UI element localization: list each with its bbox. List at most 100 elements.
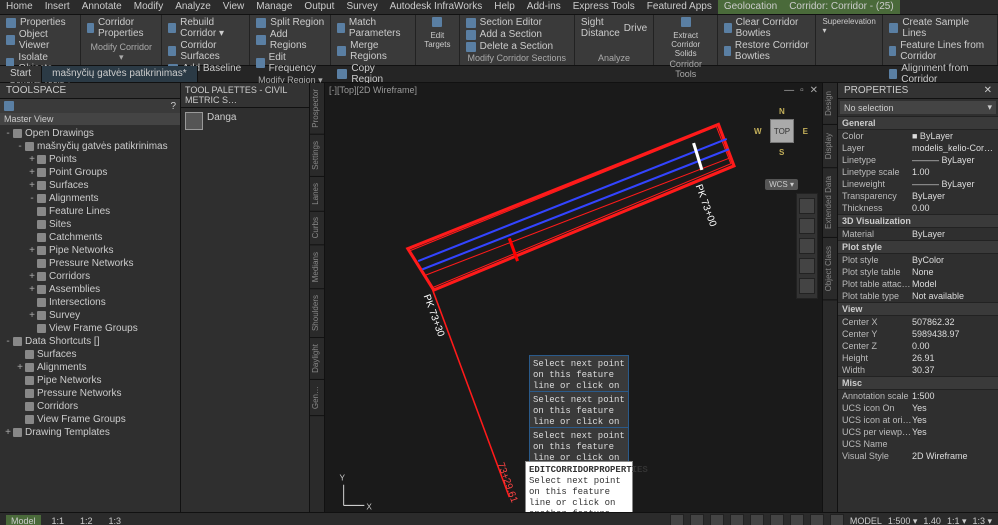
grid-icon[interactable] xyxy=(670,514,684,525)
palette-tab[interactable]: Settings xyxy=(310,135,324,177)
drive-button[interactable]: Drive xyxy=(624,23,647,34)
ribbon-button[interactable]: Object Viewer xyxy=(6,29,74,51)
property-row[interactable]: UCS Name xyxy=(838,438,998,450)
doc-tab-drawing[interactable]: mašnyčių gatvės patikrinimas* xyxy=(42,66,198,82)
edit-targets-button[interactable]: Edit Targets xyxy=(422,17,453,49)
showmotion-icon[interactable] xyxy=(799,278,815,294)
tree-node[interactable]: Corridors xyxy=(0,400,180,413)
tree-node[interactable]: Sites xyxy=(0,218,180,231)
ducs-icon[interactable] xyxy=(790,514,804,525)
property-row[interactable]: Visual Style2D Wireframe xyxy=(838,450,998,462)
tree-node[interactable]: +Pipe Networks xyxy=(0,244,180,257)
property-vtab[interactable]: Display xyxy=(823,125,837,168)
property-row[interactable]: Center Y5989438.97 xyxy=(838,328,998,340)
menu-tab[interactable]: Modify xyxy=(128,0,169,14)
toolspace-icon[interactable] xyxy=(4,101,14,111)
delete-section-button[interactable]: Delete a Section xyxy=(466,41,568,52)
palette-tab[interactable]: Prospector xyxy=(310,83,324,135)
menu-tab[interactable]: Output xyxy=(298,0,340,14)
viewcube-w[interactable]: W xyxy=(754,127,762,136)
property-row[interactable]: Thickness0.00 xyxy=(838,202,998,214)
ribbon-button[interactable]: Clear Corridor Bowties xyxy=(724,17,809,39)
close-icon[interactable]: ✕ xyxy=(984,85,992,96)
ribbon-button[interactable]: Merge Regions xyxy=(337,40,409,62)
layout-tab[interactable]: 1:3 xyxy=(104,515,127,525)
menu-tab[interactable]: Home xyxy=(0,0,39,14)
nav-wheel-icon[interactable] xyxy=(799,198,815,214)
tree-node[interactable]: Intersections xyxy=(0,296,180,309)
tree-node[interactable]: +Points xyxy=(0,153,180,166)
menu-tab[interactable]: Help xyxy=(488,0,521,14)
menu-tab[interactable]: Express Tools xyxy=(567,0,641,14)
viewcube[interactable]: TOP N E S W xyxy=(762,111,802,151)
property-row[interactable]: Center X507862.32 xyxy=(838,316,998,328)
status-value[interactable]: 1:3 ▾ xyxy=(972,516,992,525)
extract-solids-button[interactable]: Extract Corridor Solids xyxy=(660,17,711,58)
tree-node[interactable]: View Frame Groups xyxy=(0,413,180,426)
status-bar[interactable]: Model1:11:21:3 MODEL1:500 ▾1.401:1 ▾1:3 … xyxy=(0,512,998,525)
property-section-header[interactable]: View xyxy=(838,302,998,316)
tree-node[interactable]: +Surfaces xyxy=(0,179,180,192)
orbit-icon[interactable] xyxy=(799,258,815,274)
property-row[interactable]: Height26.91 xyxy=(838,352,998,364)
tree-node[interactable]: Pipe Networks xyxy=(0,374,180,387)
property-section-header[interactable]: 3D Visualization xyxy=(838,214,998,228)
menu-tab[interactable]: Insert xyxy=(39,0,76,14)
property-row[interactable]: Annotation scale1:500 xyxy=(838,390,998,402)
tree-node[interactable]: -Data Shortcuts [] xyxy=(0,335,180,348)
palette-tab[interactable]: Curbs xyxy=(310,211,324,245)
ribbon-button[interactable]: Restore Corridor Bowties xyxy=(724,40,809,62)
ribbon-button[interactable]: Alignment from Corridor xyxy=(889,63,991,85)
palette-item-label[interactable]: Danga xyxy=(207,112,236,123)
selection-dropdown[interactable]: No selection▾ xyxy=(840,101,996,114)
command-input[interactable]: EDITCORRIDORPROPERTIES Select next point… xyxy=(525,461,633,512)
property-row[interactable]: TransparencyByLayer xyxy=(838,190,998,202)
pan-icon[interactable] xyxy=(799,218,815,234)
layout-tab[interactable]: 1:2 xyxy=(75,515,98,525)
menu-tab[interactable]: View xyxy=(217,0,251,14)
menu-tab[interactable]: Geolocation xyxy=(718,0,783,14)
menu-tab[interactable]: Manage xyxy=(250,0,298,14)
property-row[interactable]: Plot table attach…Model xyxy=(838,278,998,290)
toolspace-toolbar[interactable]: ? xyxy=(0,99,180,113)
ribbon-button[interactable]: Rebuild Corridor ▾ xyxy=(168,17,243,39)
layout-tab[interactable]: 1:1 xyxy=(47,515,70,525)
tree-node[interactable]: -mašnyčių gatvės patikrinimas xyxy=(0,140,180,153)
tree-node[interactable]: Pressure Networks xyxy=(0,257,180,270)
lwt-icon[interactable] xyxy=(830,514,844,525)
tree-node[interactable]: Feature Lines xyxy=(0,205,180,218)
section-editor-button[interactable]: Section Editor xyxy=(480,17,542,28)
tree-node[interactable]: +Corridors xyxy=(0,270,180,283)
palette-tab[interactable]: Medians xyxy=(310,246,324,289)
status-value[interactable]: 1:500 ▾ xyxy=(888,516,918,525)
property-row[interactable]: Center Z0.00 xyxy=(838,340,998,352)
property-row[interactable]: Plot styleByColor xyxy=(838,254,998,266)
status-value[interactable]: 1.40 xyxy=(923,516,941,525)
palette-swatch[interactable] xyxy=(185,112,203,130)
viewcube-face[interactable]: TOP xyxy=(770,119,794,143)
tree-node[interactable]: +Alignments xyxy=(0,361,180,374)
osnap-icon[interactable] xyxy=(750,514,764,525)
property-row[interactable]: UCS per viewportYes xyxy=(838,426,998,438)
ribbon-button[interactable]: Corridor Surfaces xyxy=(168,40,243,62)
tree-node[interactable]: Surfaces xyxy=(0,348,180,361)
property-row[interactable]: UCS icon at originYes xyxy=(838,414,998,426)
sight-distance-button[interactable]: Sight Distance xyxy=(581,17,620,39)
doc-tab-start[interactable]: Start xyxy=(0,66,42,82)
help-icon[interactable]: ? xyxy=(170,101,176,112)
viewcube-e[interactable]: E xyxy=(803,127,808,136)
zoom-icon[interactable] xyxy=(799,238,815,254)
tree-node[interactable]: View Frame Groups xyxy=(0,322,180,335)
property-section-header[interactable]: General xyxy=(838,116,998,130)
tree-node[interactable]: Catchments xyxy=(0,231,180,244)
palette-tab[interactable]: Gen… xyxy=(310,380,324,416)
ribbon-button[interactable]: Add Regions xyxy=(256,29,324,51)
tree-node[interactable]: +Drawing Templates xyxy=(0,426,180,439)
property-row[interactable]: Plot table typeNot available xyxy=(838,290,998,302)
add-section-button[interactable]: Add a Section xyxy=(466,29,568,40)
property-vtab[interactable]: Extended Data xyxy=(823,168,837,238)
property-vtab[interactable]: Design xyxy=(823,83,837,125)
menu-tab[interactable]: Corridor: Corridor - (25) xyxy=(783,0,899,14)
property-section-header[interactable]: Misc xyxy=(838,376,998,390)
viewcube-s[interactable]: S xyxy=(779,148,784,157)
